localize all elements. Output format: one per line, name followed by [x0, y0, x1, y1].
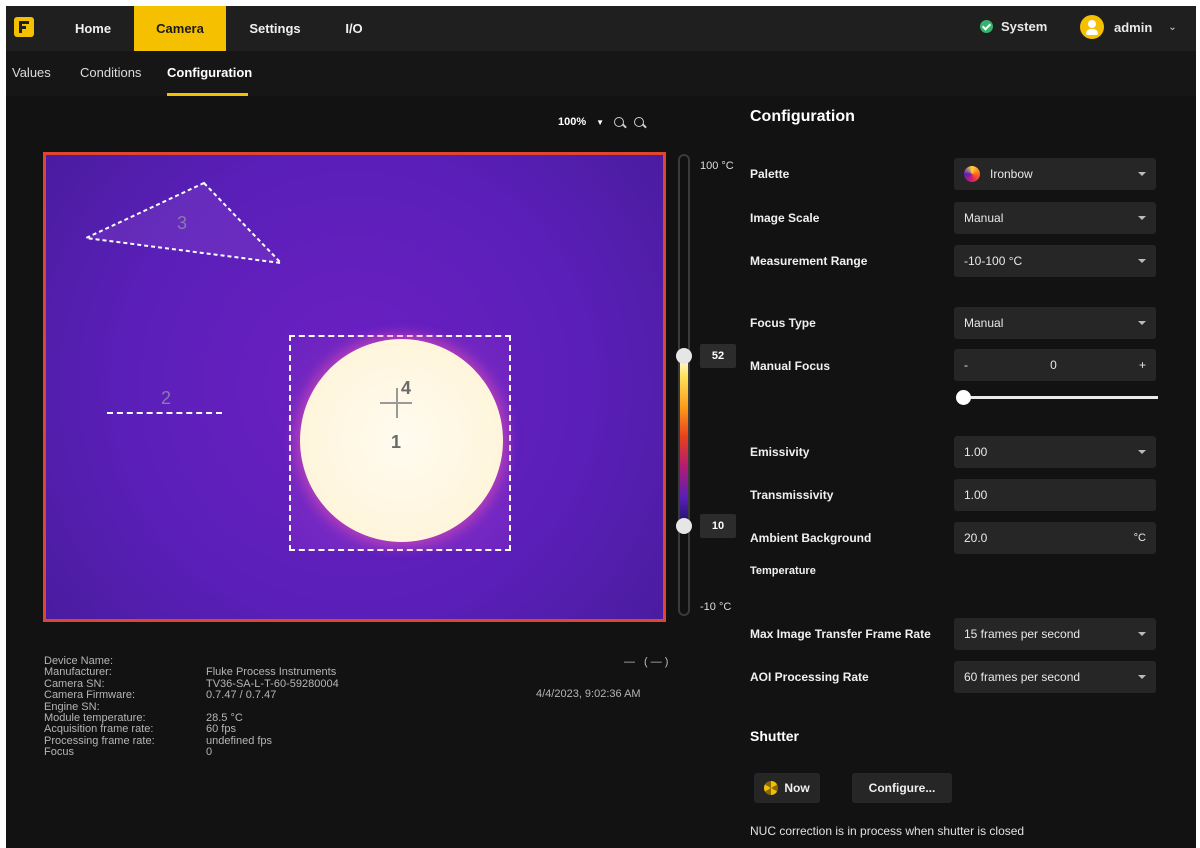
aoi-label-3: 3 [177, 213, 188, 233]
zoom-out-icon[interactable] [634, 117, 645, 127]
image-scale-select[interactable]: Manual [954, 202, 1156, 234]
user-menu[interactable]: admin ⌄ [1080, 15, 1177, 39]
system-status[interactable]: System [980, 19, 1047, 34]
thermal-image[interactable]: 3 2 4 1 [43, 152, 666, 622]
shutter-configure-button[interactable]: Configure... [852, 773, 952, 803]
aoi-label-4: 4 [401, 378, 412, 398]
avatar [1080, 15, 1104, 39]
focus-decrement-button[interactable]: - [964, 358, 968, 372]
emissivity-value: 1.00 [964, 445, 988, 459]
color-scale-gradient [680, 356, 688, 524]
crosshair-bar [380, 402, 412, 404]
ambient-unit: °C [1133, 532, 1146, 544]
tab-configuration[interactable]: Configuration [167, 65, 252, 80]
emissivity-label: Emissivity [750, 445, 810, 459]
chevron-down-icon: ⌄ [1168, 21, 1177, 33]
active-tab-indicator [167, 93, 248, 96]
config-title: Configuration [750, 108, 855, 125]
measurement-range-label: Measurement Range [750, 254, 868, 268]
scale-lower-handle[interactable] [676, 518, 692, 534]
image-scale-label: Image Scale [750, 211, 820, 225]
nav-home[interactable]: Home [56, 6, 130, 51]
ambient-value: 20.0 [964, 531, 988, 545]
shutter-title: Shutter [750, 728, 799, 744]
timestamp: 4/4/2023, 9:02:36 AM [536, 688, 641, 700]
zoom-level[interactable]: 100% [558, 116, 586, 128]
palette-select[interactable]: Ironbow [954, 158, 1156, 190]
transmissivity-value: 1.00 [964, 488, 988, 502]
dropdown-arrow-icon [1138, 259, 1146, 263]
measurement-range-value: -10-100 °C [964, 254, 1023, 268]
ambient-label-line2: Temperature [750, 565, 816, 577]
focus-type-value: Manual [964, 316, 1004, 330]
dropdown-arrow-icon [1138, 172, 1146, 176]
top-nav-bar: Home Camera Settings I/O System admin ⌄ [6, 6, 1196, 51]
system-label: System [1001, 19, 1048, 34]
max-transfer-value: 15 frames per second [964, 627, 1081, 641]
tab-values[interactable]: Values [12, 65, 51, 80]
emissivity-select[interactable]: 1.00 [954, 436, 1156, 468]
transmissivity-label: Transmissivity [750, 488, 834, 502]
palette-label: Palette [750, 167, 790, 181]
image-scale-value: Manual [964, 211, 1004, 225]
focus-type-select[interactable]: Manual [954, 307, 1156, 339]
ambient-input[interactable]: 20.0 °C [954, 522, 1156, 554]
scale-upper-handle[interactable] [676, 348, 692, 364]
aoi-toggle-buttons[interactable]: — (—) [624, 656, 671, 668]
manual-focus-stepper: - 0 + [954, 349, 1156, 381]
app-frame: Home Camera Settings I/O System admin ⌄ … [6, 6, 1196, 848]
tab-conditions[interactable]: Conditions [80, 65, 141, 80]
measurement-range-select[interactable]: -10-100 °C [954, 245, 1156, 277]
aoi-line[interactable] [107, 412, 222, 414]
scale-min-label: -10 °C [700, 601, 732, 613]
zoom-in-icon[interactable] [614, 117, 625, 127]
shutter-now-button[interactable]: Now [754, 773, 820, 803]
scale-lower-value: 10 [700, 514, 736, 538]
focus-slider-track[interactable] [964, 396, 1158, 399]
focus-type-label: Focus Type [750, 316, 816, 330]
user-name: admin [1114, 19, 1153, 35]
dropdown-arrow-icon [1138, 216, 1146, 220]
dropdown-arrow-icon [1138, 450, 1146, 454]
device-info: Device Name: Manufacturer: Fluke Process … [44, 655, 339, 759]
scale-upper-value: 52 [700, 344, 736, 368]
aoi-label-1: 1 [391, 432, 402, 452]
manual-focus-label: Manual Focus [750, 359, 831, 373]
transmissivity-input[interactable]: 1.00 [954, 479, 1156, 511]
caret-down-icon[interactable]: ▼ [596, 118, 604, 127]
nuc-note: NUC correction is in process when shutte… [750, 824, 1025, 838]
max-transfer-label: Max Image Transfer Frame Rate [750, 627, 931, 641]
color-scale-track[interactable] [678, 154, 690, 616]
nav-io[interactable]: I/O [326, 6, 382, 51]
nav-settings[interactable]: Settings [236, 6, 314, 51]
zoom-controls: 100% ▼ [558, 116, 645, 128]
aoi-label-2: 2 [161, 388, 172, 408]
sub-tabs: Values Conditions Configuration [6, 51, 1196, 96]
max-transfer-select[interactable]: 15 frames per second [954, 618, 1156, 650]
scale-max-label: 100 °C [700, 160, 734, 172]
hot-spot [300, 339, 503, 542]
aoi-rate-label: AOI Processing Rate [750, 670, 869, 684]
aoi-rate-select[interactable]: 60 frames per second [954, 661, 1156, 693]
dropdown-arrow-icon [1138, 632, 1146, 636]
palette-icon [964, 166, 980, 182]
palette-value: Ironbow [990, 167, 1033, 181]
shutter-icon [764, 781, 779, 795]
fluke-logo-icon[interactable] [14, 17, 34, 37]
focus-slider-handle[interactable] [956, 390, 971, 405]
focus-value: 0 [1050, 358, 1057, 372]
status-check-icon [980, 20, 993, 33]
dropdown-arrow-icon [1138, 321, 1146, 325]
ambient-label: Ambient Background [750, 531, 872, 545]
aoi-rate-value: 60 frames per second [964, 670, 1081, 684]
focus-increment-button[interactable]: + [1139, 358, 1146, 372]
nav-camera[interactable]: Camera [134, 6, 226, 51]
dropdown-arrow-icon [1138, 675, 1146, 679]
